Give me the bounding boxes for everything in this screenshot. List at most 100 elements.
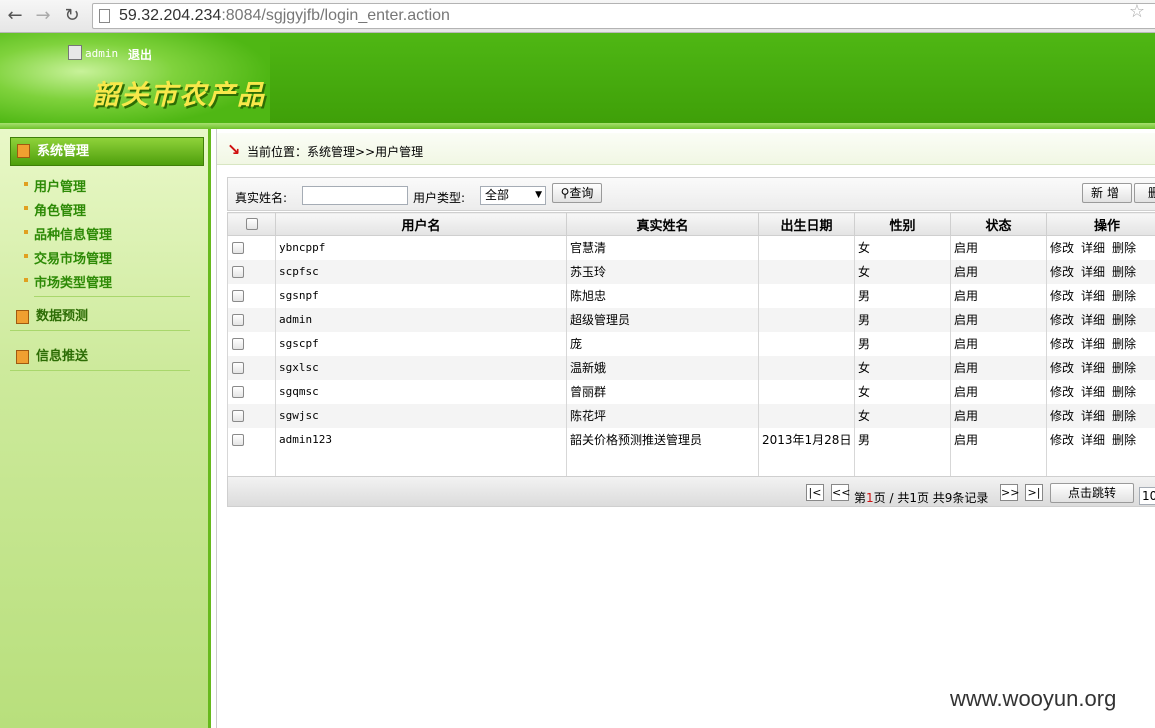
edit-link[interactable]: 修改 <box>1050 337 1074 351</box>
edit-link[interactable]: 修改 <box>1050 361 1074 375</box>
next-page-button[interactable]: >> <box>1000 484 1019 501</box>
current-page: 1 <box>866 491 874 505</box>
row-checkbox[interactable] <box>232 410 244 422</box>
column-header[interactable]: 真实姓名 <box>566 212 759 236</box>
column-header[interactable]: 用户名 <box>275 212 567 236</box>
edit-link[interactable]: 修改 <box>1050 409 1074 423</box>
reload-icon[interactable]: ↻ <box>61 5 83 27</box>
delete-button[interactable]: 删 <box>1134 183 1155 203</box>
jump-button[interactable]: 点击跳转 <box>1050 483 1134 503</box>
delete-link[interactable]: 删除 <box>1112 385 1136 399</box>
last-page-button[interactable]: >| <box>1025 484 1043 501</box>
sidebar-section-label: 数据预测 <box>36 309 89 324</box>
detail-link[interactable]: 详细 <box>1081 361 1105 375</box>
row-checkbox[interactable] <box>232 386 244 398</box>
detail-link[interactable]: 详细 <box>1081 433 1105 447</box>
row-checkbox[interactable] <box>232 290 244 302</box>
edit-link[interactable]: 修改 <box>1050 265 1074 279</box>
edit-link[interactable]: 修改 <box>1050 241 1074 255</box>
row-select-cell <box>227 427 276 452</box>
row-select-cell <box>227 283 276 308</box>
table-row: admin 超级管理员 男启用 修改 详细 删除 <box>227 307 1155 332</box>
row-checkbox[interactable] <box>232 338 244 350</box>
sidebar-item-user-management[interactable]: 用户管理 <box>23 176 86 195</box>
row-checkbox[interactable] <box>232 434 244 446</box>
row-checkbox[interactable] <box>232 242 244 255</box>
detail-link[interactable]: 详细 <box>1081 337 1105 351</box>
delete-link[interactable]: 删除 <box>1112 409 1136 423</box>
sidebar-section-data-forecast[interactable]: 数据预测 <box>10 303 190 331</box>
username-cell: scpfsc <box>275 259 567 284</box>
sidebar-section-label: 信息推送 <box>36 349 89 364</box>
forward-icon[interactable]: → <box>32 5 54 27</box>
column-header: 操作 <box>1046 212 1155 236</box>
add-button[interactable]: 新增 <box>1082 183 1132 203</box>
detail-link[interactable]: 详细 <box>1081 385 1105 399</box>
folder-icon <box>16 310 29 324</box>
url-host: 59.32.204.234 <box>119 7 222 24</box>
back-icon[interactable]: ← <box>4 5 26 27</box>
edit-link[interactable]: 修改 <box>1050 385 1074 399</box>
birthdate-cell <box>758 235 855 260</box>
status-cell: 启用 <box>950 235 1047 260</box>
status-cell: 启用 <box>950 427 1047 452</box>
delete-link[interactable]: 删除 <box>1112 433 1136 447</box>
row-select-cell <box>227 235 276 260</box>
row-checkbox[interactable] <box>232 314 244 326</box>
birthdate-cell <box>758 307 855 332</box>
actions-cell: 修改 详细 删除 <box>1046 403 1155 428</box>
delete-link[interactable]: 删除 <box>1112 241 1136 255</box>
detail-link[interactable]: 详细 <box>1081 289 1105 303</box>
realname-cell: 陈旭忠 <box>566 283 759 308</box>
realname-input[interactable] <box>302 186 408 205</box>
breadcrumb: ↘ 当前位置：系统管理>>用户管理 <box>217 133 1155 165</box>
actions-cell: 修改 详细 删除 <box>1046 235 1155 260</box>
delete-link[interactable]: 删除 <box>1112 337 1136 351</box>
realname-cell: 韶关价格预测推送管理员 <box>566 427 759 452</box>
username-cell: sgqmsc <box>275 379 567 404</box>
logout-link[interactable]: 退出 <box>128 46 152 63</box>
select-all-checkbox[interactable] <box>246 218 258 230</box>
column-header[interactable]: 性别 <box>854 212 951 236</box>
username-cell: sgxlsc <box>275 355 567 380</box>
table-row: scpfsc 苏玉玲 女启用 修改 详细 删除 <box>227 259 1155 284</box>
sidebar-item-market-type-management[interactable]: 市场类型管理 <box>23 272 112 291</box>
sidebar-section-info-push[interactable]: 信息推送 <box>10 343 190 371</box>
prev-page-button[interactable]: << <box>831 484 850 501</box>
usertype-select[interactable]: 全部 ▼ <box>480 186 546 205</box>
sidebar-item-market-management[interactable]: 交易市场管理 <box>23 248 112 267</box>
chevron-down-icon: ▼ <box>535 190 542 200</box>
birthdate-cell <box>758 331 855 356</box>
query-button[interactable]: ⚲查询 <box>552 183 602 203</box>
pagination-bar: |< << 第1页 / 共1页 共9条记录 >> >| 点击跳转 10 <box>227 476 1155 507</box>
delete-link[interactable]: 删除 <box>1112 361 1136 375</box>
status-cell: 启用 <box>950 283 1047 308</box>
gender-cell: 女 <box>854 235 951 260</box>
delete-link[interactable]: 删除 <box>1112 289 1136 303</box>
edit-link[interactable]: 修改 <box>1050 313 1074 327</box>
search-toolbar: 真实姓名: 用户类型: 全部 ▼ ⚲查询 新增 删 <box>227 177 1155 211</box>
detail-link[interactable]: 详细 <box>1081 265 1105 279</box>
detail-link[interactable]: 详细 <box>1081 241 1105 255</box>
folder-icon <box>16 350 29 364</box>
page-size-input[interactable]: 10 <box>1139 487 1155 505</box>
sidebar-section-system[interactable]: 系统管理 <box>10 137 204 166</box>
edit-link[interactable]: 修改 <box>1050 433 1074 447</box>
address-bar[interactable]: 59.32.204.234:8084/sgjgyjfb/login_enter.… <box>92 3 1155 29</box>
row-checkbox[interactable] <box>232 362 244 374</box>
usertype-label: 用户类型: <box>413 191 466 205</box>
column-header[interactable]: 出生日期 <box>758 212 855 236</box>
detail-link[interactable]: 详细 <box>1081 313 1105 327</box>
browser-toolbar: ← → ↻ 59.32.204.234:8084/sgjgyjfb/login_… <box>0 0 1155 33</box>
sidebar-item-variety-management[interactable]: 品种信息管理 <box>23 224 112 243</box>
detail-link[interactable]: 详细 <box>1081 409 1105 423</box>
sidebar-item-role-management[interactable]: 角色管理 <box>23 200 86 219</box>
first-page-button[interactable]: |< <box>806 484 824 501</box>
edit-link[interactable]: 修改 <box>1050 289 1074 303</box>
table-row: sgwjsc 陈花坪 女启用 修改 详细 删除 <box>227 403 1155 428</box>
row-checkbox[interactable] <box>232 266 244 278</box>
delete-link[interactable]: 删除 <box>1112 265 1136 279</box>
delete-link[interactable]: 删除 <box>1112 313 1136 327</box>
bookmark-star-icon[interactable]: ☆ <box>1129 1 1145 22</box>
column-header[interactable]: 状态 <box>950 212 1047 236</box>
